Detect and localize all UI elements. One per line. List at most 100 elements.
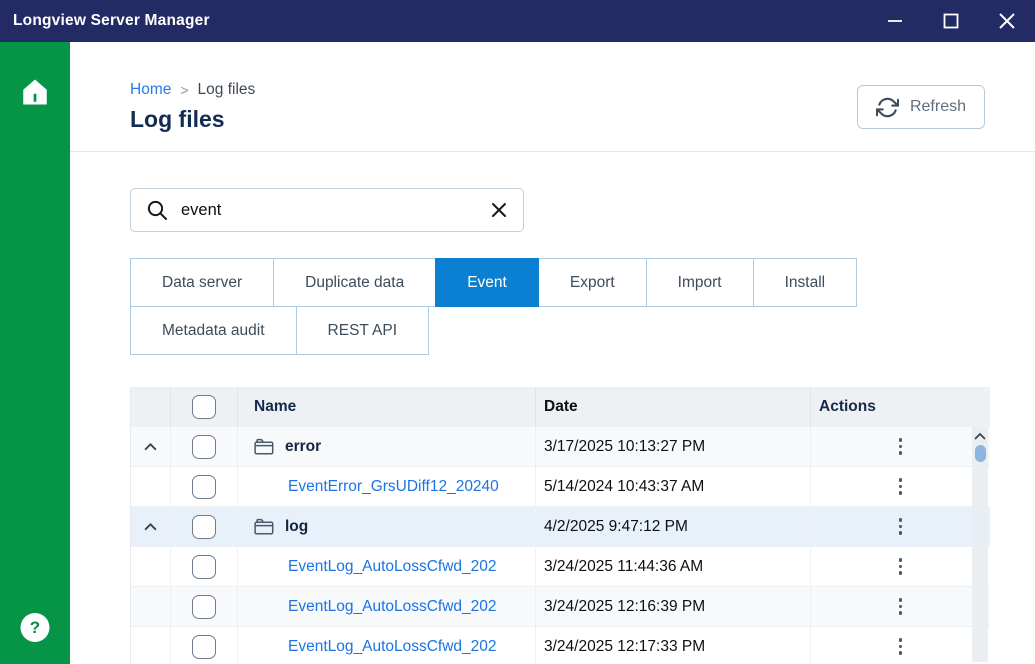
row-expander <box>131 627 171 664</box>
scroll-up-icon[interactable] <box>974 432 986 440</box>
clear-icon <box>491 202 507 218</box>
tab-export[interactable]: Export <box>538 258 647 307</box>
table-row[interactable]: EventLog_AutoLossCfwd_202 3/24/2025 11:44… <box>131 547 990 587</box>
refresh-button[interactable]: Refresh <box>857 85 985 129</box>
home-icon <box>20 78 50 106</box>
close-button[interactable] <box>979 0 1035 42</box>
log-type-tabs: Data server Duplicate data Event Export … <box>130 258 930 354</box>
clear-search-button[interactable] <box>489 200 509 220</box>
sidebar-home-button[interactable] <box>0 64 70 120</box>
expander-column-header <box>131 387 171 427</box>
folder-name[interactable]: error <box>285 438 321 456</box>
kebab-menu-icon[interactable] <box>889 592 913 621</box>
row-date: 3/24/2025 11:44:36 AM <box>536 547 811 586</box>
kebab-menu-icon[interactable] <box>889 552 913 581</box>
column-header-date: Date <box>536 387 811 427</box>
select-all-cell <box>171 387 238 427</box>
kebab-menu-icon[interactable] <box>889 432 913 461</box>
row-actions-cell <box>811 467 990 506</box>
breadcrumb: Home > Log files <box>130 81 255 99</box>
help-button[interactable]: ? <box>21 613 50 642</box>
minimize-button[interactable] <box>867 0 923 42</box>
breadcrumb-separator: > <box>180 82 188 98</box>
row-expander[interactable] <box>131 427 171 466</box>
tab-install[interactable]: Install <box>753 258 858 307</box>
row-name-cell: EventLog_AutoLossCfwd_202 <box>238 547 536 586</box>
refresh-label: Refresh <box>910 98 966 116</box>
row-date: 3/24/2025 12:17:33 PM <box>536 627 811 664</box>
main-area: Home > Log files Log files Refresh <box>70 42 1035 664</box>
table-row[interactable]: log4/2/2025 9:47:12 PM <box>131 507 990 547</box>
row-checkbox[interactable] <box>192 555 216 579</box>
search-input[interactable] <box>181 201 476 220</box>
file-link[interactable]: EventLog_AutoLossCfwd_202 <box>288 598 497 616</box>
row-checkbox[interactable] <box>192 635 216 659</box>
folder-icon <box>254 518 274 535</box>
page-title: Log files <box>130 106 255 133</box>
file-link[interactable]: EventLog_AutoLossCfwd_202 <box>288 558 497 576</box>
refresh-icon <box>876 96 899 119</box>
help-icon: ? <box>30 618 40 638</box>
tab-import[interactable]: Import <box>646 258 754 307</box>
row-actions-cell <box>811 507 990 546</box>
tab-metadata-audit[interactable]: Metadata audit <box>130 306 297 355</box>
row-expander <box>131 587 171 626</box>
app-title: Longview Server Manager <box>13 12 210 30</box>
row-checkbox[interactable] <box>192 595 216 619</box>
folder-name[interactable]: log <box>285 518 308 536</box>
breadcrumb-home-link[interactable]: Home <box>130 81 171 99</box>
window-controls <box>867 0 1035 42</box>
content: Data server Duplicate data Event Export … <box>70 152 1035 664</box>
row-name-cell: error <box>238 427 536 466</box>
column-header-actions: Actions <box>811 387 990 427</box>
collapse-chevron-icon <box>144 522 157 531</box>
row-checkbox-cell <box>171 587 238 626</box>
row-expander[interactable] <box>131 507 171 546</box>
table-header: Name Date Actions <box>131 387 990 427</box>
kebab-menu-icon[interactable] <box>889 472 913 501</box>
page-header: Home > Log files Log files Refresh <box>70 42 1035 152</box>
table-row[interactable]: EventError_GrsUDiff12_20240 5/14/2024 10:… <box>131 467 990 507</box>
search-box <box>130 188 524 232</box>
row-checkbox-cell <box>171 627 238 664</box>
table-row[interactable]: EventLog_AutoLossCfwd_202 3/24/2025 12:17… <box>131 627 990 664</box>
tab-data-server[interactable]: Data server <box>130 258 274 307</box>
maximize-button[interactable] <box>923 0 979 42</box>
row-date: 5/14/2024 10:43:37 AM <box>536 467 811 506</box>
scrollbar-thumb[interactable] <box>975 445 986 462</box>
row-checkbox-cell <box>171 427 238 466</box>
column-header-name: Name <box>238 387 536 427</box>
select-all-checkbox[interactable] <box>192 395 216 419</box>
kebab-menu-icon[interactable] <box>889 512 913 541</box>
file-link[interactable]: EventLog_AutoLossCfwd_202 <box>288 638 497 656</box>
table-scrollbar[interactable] <box>972 427 988 662</box>
row-actions-cell <box>811 547 990 586</box>
kebab-menu-icon[interactable] <box>889 632 913 661</box>
row-expander <box>131 467 171 506</box>
row-actions-cell <box>811 427 990 466</box>
row-checkbox-cell <box>171 467 238 506</box>
breadcrumb-current: Log files <box>198 81 256 99</box>
row-expander <box>131 547 171 586</box>
row-actions-cell <box>811 627 990 664</box>
table-row[interactable]: error3/17/2025 10:13:27 PM <box>131 427 990 467</box>
tab-rest-api[interactable]: REST API <box>296 306 430 355</box>
table-row[interactable]: EventLog_AutoLossCfwd_202 3/24/2025 12:16… <box>131 587 990 627</box>
row-checkbox[interactable] <box>192 435 216 459</box>
titlebar: Longview Server Manager <box>0 0 1035 42</box>
tab-event[interactable]: Event <box>435 258 539 307</box>
row-checkbox[interactable] <box>192 475 216 499</box>
log-files-table: Name Date Actions error3/17/2025 10:13:2… <box>130 387 990 664</box>
row-checkbox-cell <box>171 547 238 586</box>
maximize-icon <box>942 12 960 30</box>
row-checkbox[interactable] <box>192 515 216 539</box>
file-link[interactable]: EventError_GrsUDiff12_20240 <box>288 478 499 496</box>
tab-duplicate-data[interactable]: Duplicate data <box>273 258 436 307</box>
row-name-cell: log <box>238 507 536 546</box>
collapse-chevron-icon <box>144 442 157 451</box>
folder-icon <box>254 438 274 455</box>
row-actions-cell <box>811 587 990 626</box>
table-body: error3/17/2025 10:13:27 PMEventError_Grs… <box>131 427 990 664</box>
app-window: Longview Server Manager ? <box>0 0 1035 664</box>
row-date: 3/24/2025 12:16:39 PM <box>536 587 811 626</box>
